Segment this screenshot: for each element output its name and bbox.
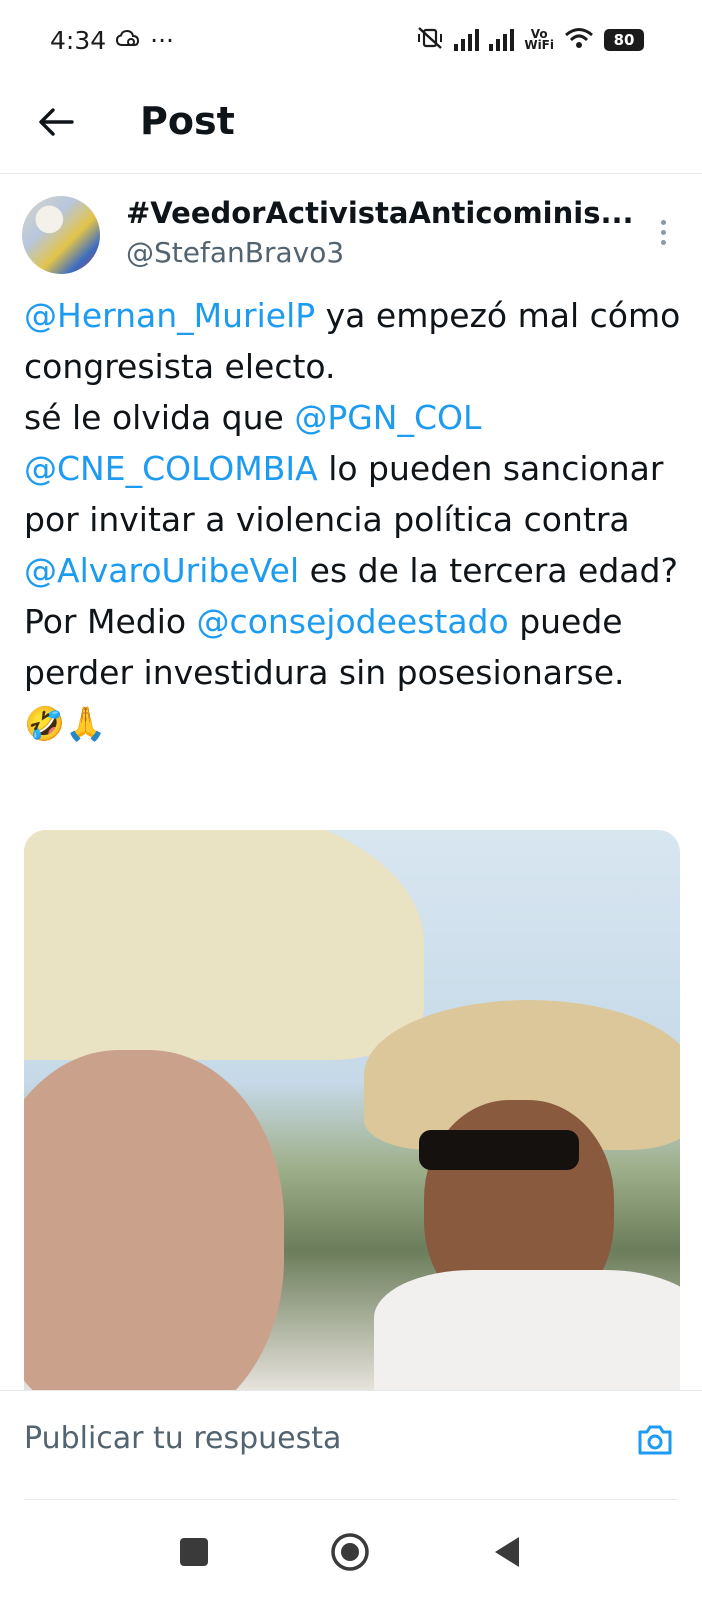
- navigation-bar: [0, 1500, 702, 1600]
- photo-region: [24, 1050, 284, 1390]
- status-left: 4:34 ···: [50, 26, 174, 55]
- avatar[interactable]: [22, 196, 100, 274]
- signal-icon-1: [454, 29, 480, 51]
- more-notifications-icon: ···: [150, 25, 174, 55]
- camera-icon[interactable]: [634, 1419, 676, 1461]
- text-segment: sé le olvida que: [24, 398, 295, 437]
- mention-link[interactable]: @PGN_COL: [294, 398, 481, 437]
- vowifi-icon: Vo WiFi: [524, 28, 554, 52]
- author-handle[interactable]: @StefanBravo3: [126, 236, 344, 269]
- status-right: Vo WiFi 80: [416, 26, 644, 55]
- home-icon[interactable]: [328, 1530, 372, 1574]
- back-arrow-icon[interactable]: [34, 100, 78, 144]
- emoji-text: 🤣🙏: [24, 704, 107, 743]
- mention-link[interactable]: @consejodeestado: [197, 602, 509, 641]
- photo-region: [374, 1270, 680, 1390]
- app-header: Post: [0, 80, 702, 174]
- mention-link[interactable]: @AlvaroUribeVel: [24, 551, 299, 590]
- status-time: 4:34: [50, 25, 107, 55]
- mention-link[interactable]: @Hernan_MurielP: [24, 296, 315, 335]
- wifi-icon: [564, 27, 594, 54]
- photo-region: [24, 830, 424, 1060]
- tweet-photo[interactable]: [24, 830, 680, 1390]
- tweet-text: @Hernan_MurielP ya empezó mal cómo congr…: [24, 290, 684, 749]
- more-options-icon[interactable]: [648, 214, 678, 250]
- vowifi-line2: WiFi: [524, 38, 554, 52]
- recent-apps-icon[interactable]: [172, 1530, 216, 1574]
- cloud-notification-icon: [116, 26, 140, 55]
- back-nav-icon[interactable]: [484, 1530, 528, 1574]
- mute-vibrate-icon: [416, 26, 444, 55]
- photo-region: [419, 1130, 579, 1170]
- reply-bar: Publicar tu respuesta: [0, 1390, 702, 1501]
- status-bar: 4:34 ··· Vo WiFi 80: [0, 0, 702, 80]
- signal-icon-2: [489, 29, 515, 51]
- page-title: Post: [140, 99, 235, 143]
- reply-input[interactable]: Publicar tu respuesta: [24, 1421, 341, 1456]
- screen: 4:34 ··· Vo WiFi 80 Post #VeedorActivist…: [0, 0, 702, 1600]
- author-name[interactable]: #VeedorActivistaAnticominis...: [126, 196, 636, 230]
- mention-link[interactable]: @CNE_COLOMBIA: [24, 449, 318, 488]
- battery-icon: 80: [604, 29, 644, 51]
